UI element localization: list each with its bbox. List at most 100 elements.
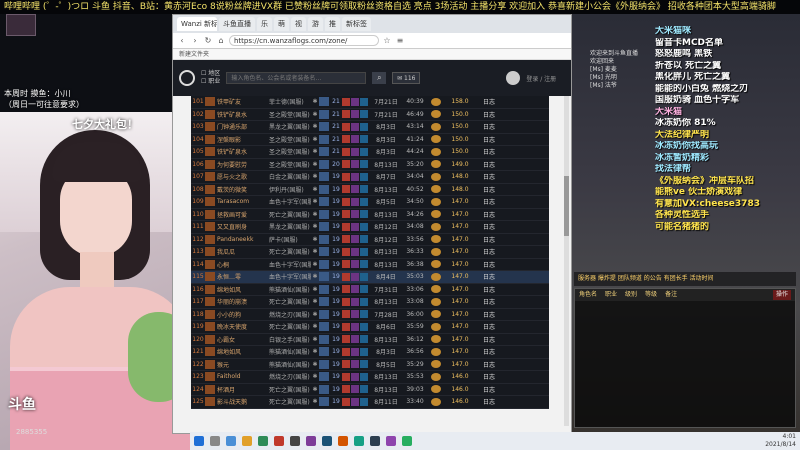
player-name[interactable]: 小小的狗 <box>217 310 269 319</box>
app-icon-4[interactable] <box>322 436 332 446</box>
player-name[interactable]: 杯酒月 <box>217 385 269 394</box>
browser-icon[interactable] <box>258 436 268 446</box>
app-icon-2[interactable] <box>290 436 300 446</box>
table-row[interactable]: 117 华丽的崩溃 死亡之翼(国服) ✱ 19 8月13日 33:08 147.0 日志 <box>191 296 549 309</box>
user-avatar-icon[interactable] <box>506 71 521 85</box>
messages-button[interactable]: ✉ 116 <box>392 72 421 84</box>
table-row[interactable]: 122 猴元 熊猫酒仙(国服) ✱ 19 8月5日 35:29 147.0 日志 <box>191 359 549 371</box>
site-logo-icon[interactable] <box>179 70 195 86</box>
log-link[interactable]: 日志 <box>475 272 497 281</box>
filter-check-0[interactable]: ☐ 地区 <box>201 70 220 78</box>
url-input[interactable]: https://cn.wanzaflogs.com/zone/ <box>229 35 379 46</box>
player-name[interactable]: 铁铲矿泉水 <box>217 147 269 156</box>
player-name[interactable]: 影斗战天鹅 <box>217 397 269 406</box>
tab-1[interactable]: 斗鱼直播 <box>219 17 255 31</box>
log-link[interactable]: 日志 <box>475 210 497 219</box>
table-row[interactable]: 121 绵地如风 熊猫酒仙(国服) ✱ 19 8月3日 36:56 147.0 日志 <box>191 346 549 359</box>
player-name[interactable]: 心桐 <box>217 260 269 269</box>
tab-0[interactable]: Wanzi 新标 <box>177 17 217 31</box>
log-link[interactable]: 日志 <box>475 147 497 156</box>
log-link[interactable]: 日志 <box>475 235 497 244</box>
player-name[interactable]: 涅槃眼影 <box>217 135 269 144</box>
table-row[interactable]: 116 绵地如风 熊猫酒仙(国服) ✱ 19 7月31日 33:06 147.0 日志 <box>191 284 549 296</box>
table-row[interactable]: 123 Faithold 燃烧之刃(国服) ✱ 19 8月13日 35:53 146.0 日志 <box>191 371 549 384</box>
tab-5[interactable]: 游 <box>308 17 323 31</box>
player-name[interactable]: 铁铲矿泉水 <box>217 110 269 119</box>
player-name[interactable]: 猴元 <box>217 360 269 369</box>
player-name[interactable]: 心霸女 <box>217 335 269 344</box>
table-row[interactable]: 125 影斗战天鹅 死亡之翼(国服) ✱ 19 8月11日 33:40 146.0 日志 <box>191 396 549 409</box>
tab-2[interactable]: 乐 <box>257 17 272 31</box>
table-row[interactable]: 118 小小的狗 燃烧之刃(国服) ✱ 19 7月28日 36:00 147.0 日志 <box>191 309 549 321</box>
table-row[interactable]: 114 心桐血色十字军(国服)✱ 19 8月13日 36:38 147.0 日志 <box>191 259 549 271</box>
scrollbar-thumb[interactable] <box>564 176 569 236</box>
col-3[interactable]: 等级 <box>645 289 657 301</box>
start-icon[interactable] <box>194 436 204 446</box>
log-link[interactable]: 日志 <box>475 385 497 394</box>
log-link[interactable]: 日志 <box>475 372 497 381</box>
login-link[interactable]: 登录 / 注册 <box>526 74 556 83</box>
search-icon[interactable]: ⌕ <box>372 72 387 84</box>
search-taskbar-icon[interactable] <box>210 436 220 446</box>
folder-icon[interactable] <box>242 436 252 446</box>
log-link[interactable]: 日志 <box>475 335 497 344</box>
table-row[interactable]: 109 Tarasacom血色十字军(国服)✱ 19 8月5日 34:50 147.0 日志 <box>191 196 549 209</box>
col-0[interactable]: 角色名 <box>579 289 597 301</box>
tab-3[interactable]: 萌 <box>274 17 289 31</box>
back-icon[interactable]: ‹ <box>177 36 187 46</box>
reload-icon[interactable]: ↻ <box>203 36 213 46</box>
log-link[interactable]: 日志 <box>475 122 497 131</box>
player-name[interactable]: Faithold <box>217 373 269 380</box>
player-name[interactable]: 我瓜瓜 <box>217 247 269 256</box>
app-icon-1[interactable] <box>274 436 284 446</box>
tab-6[interactable]: 推 <box>325 17 340 31</box>
log-link[interactable]: 日志 <box>475 197 497 206</box>
table-row[interactable]: 119 晚冰天使度 死亡之翼(国服) ✱ 19 8月6日 35:59 147.0 日志 <box>191 321 549 334</box>
app-icon-8[interactable] <box>386 436 396 446</box>
table-row[interactable]: 124 杯酒月 死亡之翼(国服) ✱ 19 8月13日 39:03 146.0 日志 <box>191 384 549 396</box>
table-row[interactable]: 104 涅槃眼影 圣之殿堂(国服) ✱ 21 8月3日 41:24 150.0 日志 <box>191 134 549 146</box>
player-name[interactable]: 晚冰天使度 <box>217 322 269 331</box>
table-row[interactable]: 105 铁铲矿泉水 圣之殿堂(国服) ✱ 21 8月3日 44:24 150.0 日志 <box>191 146 549 159</box>
log-link[interactable]: 日志 <box>475 135 497 144</box>
player-name[interactable]: 门钟通乐部 <box>217 122 269 131</box>
taskview-icon[interactable] <box>226 436 236 446</box>
log-link[interactable]: 日志 <box>475 360 497 369</box>
table-row[interactable]: 102 铁铲矿泉水 圣之殿堂(国服) ✱ 21 7月21日 46:49 150.0 日志 <box>191 109 549 121</box>
log-link[interactable]: 日志 <box>475 285 497 294</box>
player-name[interactable]: Tarasacom <box>217 198 269 205</box>
star-icon[interactable]: ☆ <box>382 36 392 46</box>
app-icon-9[interactable] <box>402 436 412 446</box>
log-link[interactable]: 日志 <box>475 297 497 306</box>
tab-7[interactable]: 新标签 <box>342 17 371 31</box>
table-row[interactable]: 120 心霸女 白银之手(国服) ✱ 19 8月13日 36:12 147.0 日志 <box>191 334 549 346</box>
log-link[interactable]: 日志 <box>475 347 497 356</box>
player-name[interactable]: 铁甲矿友 <box>217 97 269 106</box>
app-icon-3[interactable] <box>306 436 316 446</box>
log-link[interactable]: 日志 <box>475 160 497 169</box>
table-row[interactable]: 107 愿与火之歌 白金之翼(国服) ✱ 19 8月7日 34:04 148.0 日志 <box>191 171 549 184</box>
table-row[interactable]: 115 永恒…零血色十字军(国服)✱ 19 8月4日 35:03 147.0 日志 <box>191 271 549 284</box>
player-name[interactable]: 为何要慰劳 <box>217 160 269 169</box>
table-row[interactable]: 113 我瓜瓜 死亡之翼(国服) ✱ 19 8月13日 36:33 147.0 日志 <box>191 246 549 259</box>
log-link[interactable]: 日志 <box>475 222 497 231</box>
scrollbar[interactable] <box>564 96 569 426</box>
player-name[interactable]: 绵地如风 <box>217 285 269 294</box>
col-1[interactable]: 职业 <box>605 289 617 301</box>
player-name[interactable]: 绵地如风 <box>217 347 269 356</box>
forward-icon[interactable]: › <box>190 36 200 46</box>
taskbar-clock[interactable]: 4:01 2021/8/14 <box>765 433 796 449</box>
col-2[interactable]: 级别 <box>625 289 637 301</box>
player-name[interactable]: 又又直刷身 <box>217 222 269 231</box>
log-link[interactable]: 日志 <box>475 247 497 256</box>
table-row[interactable]: 101 铁甲矿友 菲士德(国服) ✱ 21 7月21日 40:39 158.0 日志 <box>191 96 549 109</box>
table-row[interactable]: 112 Pandaneekk 萨卡(国服) ✱ 19 8月12日 33:56 147.0 日志 <box>191 234 549 246</box>
guild-action-button[interactable]: 操作 <box>772 290 791 300</box>
app-icon-6[interactable] <box>354 436 364 446</box>
player-name[interactable]: 永恒…零 <box>217 272 269 281</box>
table-row[interactable]: 110 拯救画可爱 死亡之翼(国服) ✱ 19 8月13日 34:26 147.0 日志 <box>191 209 549 221</box>
search-input[interactable]: 输入角色名、公会名或者装备名… <box>226 72 367 84</box>
tab-4[interactable]: 视 <box>291 17 306 31</box>
home-icon[interactable]: ⌂ <box>216 36 226 46</box>
log-link[interactable]: 日志 <box>475 322 497 331</box>
